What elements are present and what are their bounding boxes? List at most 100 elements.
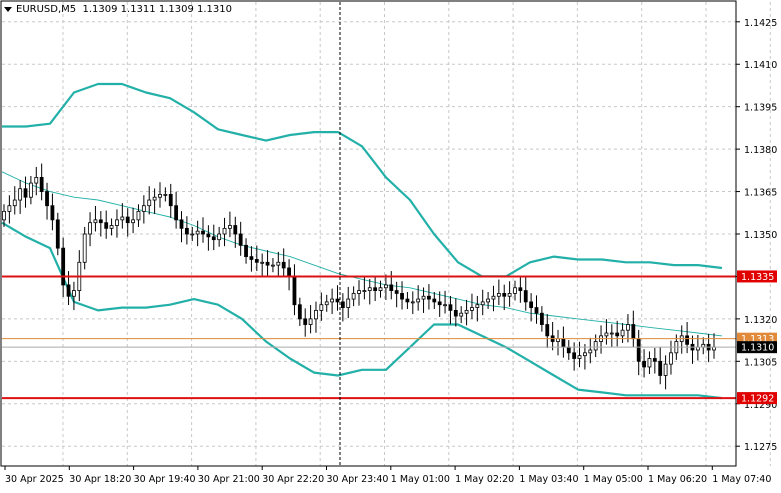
candle-bear: [265, 261, 270, 266]
price-tag-label: 1.1292: [741, 394, 774, 405]
symbol-header: EURUSD,M5 1.1309 1.1311 1.1309 1.1310: [4, 4, 232, 15]
candle-bull: [308, 318, 313, 325]
candle-bear: [394, 290, 399, 294]
candle-bear: [642, 360, 646, 368]
candle-bear: [244, 244, 248, 258]
candle-bull: [486, 298, 490, 303]
price-tag-label: 1.1335: [741, 272, 774, 283]
candle-bull: [480, 301, 485, 306]
candle-bull: [513, 287, 517, 294]
candle-bear: [201, 230, 205, 235]
candle-bear: [636, 338, 641, 362]
candle-bull: [276, 261, 281, 266]
candle-bull: [115, 219, 119, 226]
candle-bull: [475, 304, 480, 308]
candle-bear: [502, 293, 507, 297]
candle-bear: [233, 225, 238, 235]
candle-bear: [249, 256, 254, 260]
candle-bear: [55, 219, 60, 249]
price-tick-label: 1.1305: [744, 357, 777, 368]
candle-bull: [367, 287, 372, 291]
candle-bull: [141, 205, 146, 212]
candle-bull: [28, 182, 33, 198]
price-tick-label: 1.1350: [744, 230, 777, 241]
candle-bear: [254, 259, 259, 263]
candle-bear: [335, 298, 340, 303]
candle-bear: [658, 360, 663, 376]
candle-bull: [152, 196, 157, 201]
candle-bull: [346, 298, 351, 308]
ohlc-values: 1.1309 1.1311 1.1309 1.1310: [82, 4, 232, 15]
candle-bear: [206, 233, 211, 238]
time-tick-label: 1 May 06:20: [648, 474, 707, 485]
time-tick-label: 30 Apr 22:20: [262, 474, 324, 485]
candle-bull: [647, 358, 652, 368]
candle-bear: [615, 332, 620, 337]
candle-bull: [421, 295, 426, 300]
candle-bear: [427, 295, 431, 300]
price-tick-label: 1.1410: [744, 60, 777, 71]
candle-bull: [2, 210, 6, 221]
candle-bear: [39, 177, 44, 192]
candle-bear: [238, 233, 243, 246]
price-chart[interactable]: 1.1425 1.1410 1.1395 1.1380 1.1365 1.1350 1.13…: [0, 0, 781, 489]
candle-bear: [566, 346, 571, 354]
candle-bear: [405, 298, 410, 303]
candle-bull: [496, 293, 501, 297]
time-tick-label: 30 Apr 18:20: [69, 474, 131, 485]
candle-bull: [351, 293, 356, 300]
chart-window[interactable]: 1.1425 1.1410 1.1395 1.1380 1.1365 1.1350 1.13…: [0, 0, 781, 489]
candle-bull: [163, 193, 168, 196]
candle-bull: [470, 307, 474, 311]
candle-bear: [297, 304, 302, 320]
candle-bull: [604, 332, 609, 337]
candle-bear: [437, 301, 442, 306]
chart-background: [0, 0, 781, 489]
dropdown-triangle-icon[interactable]: [4, 6, 12, 12]
candle-bull: [362, 290, 367, 292]
candle-bear: [104, 222, 109, 229]
candle-bear: [184, 227, 189, 235]
candle-bear: [168, 193, 173, 207]
price-tick-label: 1.1365: [744, 188, 777, 199]
candle-bull: [109, 225, 114, 229]
candle-bear: [61, 247, 66, 286]
price-tick-label: 1.1275: [744, 442, 777, 453]
candle-bull: [18, 188, 23, 201]
price-tick-label: 1.1320: [744, 315, 777, 326]
candle-bull: [7, 205, 12, 212]
candle-bull: [12, 199, 17, 207]
candle-bear: [45, 191, 49, 207]
candle-bull: [314, 309, 318, 320]
symbol-name: EURUSD,M5: [16, 4, 77, 15]
price-tick-label: 1.1425: [744, 18, 777, 29]
time-tick-label: 30 Apr 21:00: [198, 474, 260, 485]
time-tick-label: 30 Apr 23:40: [327, 474, 389, 485]
time-tick-label: 1 May 03:40: [519, 474, 578, 485]
candle-bear: [340, 301, 345, 308]
candle-bear: [66, 284, 71, 297]
candle-bull: [383, 284, 388, 289]
candle-bull: [34, 177, 39, 184]
candle-bull: [93, 219, 98, 224]
price-tick-label: 1.1380: [744, 145, 777, 156]
candle-bull: [217, 233, 222, 241]
candle-bull: [491, 295, 496, 300]
candle-bull: [147, 199, 152, 207]
candle-bear: [303, 318, 308, 325]
candle-bull: [260, 261, 265, 264]
time-tick-label: 1 May 05:00: [584, 474, 643, 485]
candle-bull: [583, 352, 587, 357]
candle-bear: [534, 307, 539, 314]
candle-bear: [287, 267, 291, 277]
price-tag-label: 1.1310: [741, 343, 774, 354]
candle-bull: [136, 210, 141, 221]
candle-bull: [131, 219, 135, 224]
candle-bear: [50, 205, 55, 221]
candle-bear: [174, 205, 179, 221]
candle-bull: [507, 293, 512, 297]
time-tick-label: 1 May 02:20: [455, 474, 514, 485]
candle-bull: [158, 193, 162, 198]
candle-bear: [652, 358, 657, 362]
candle-bull: [72, 290, 76, 297]
